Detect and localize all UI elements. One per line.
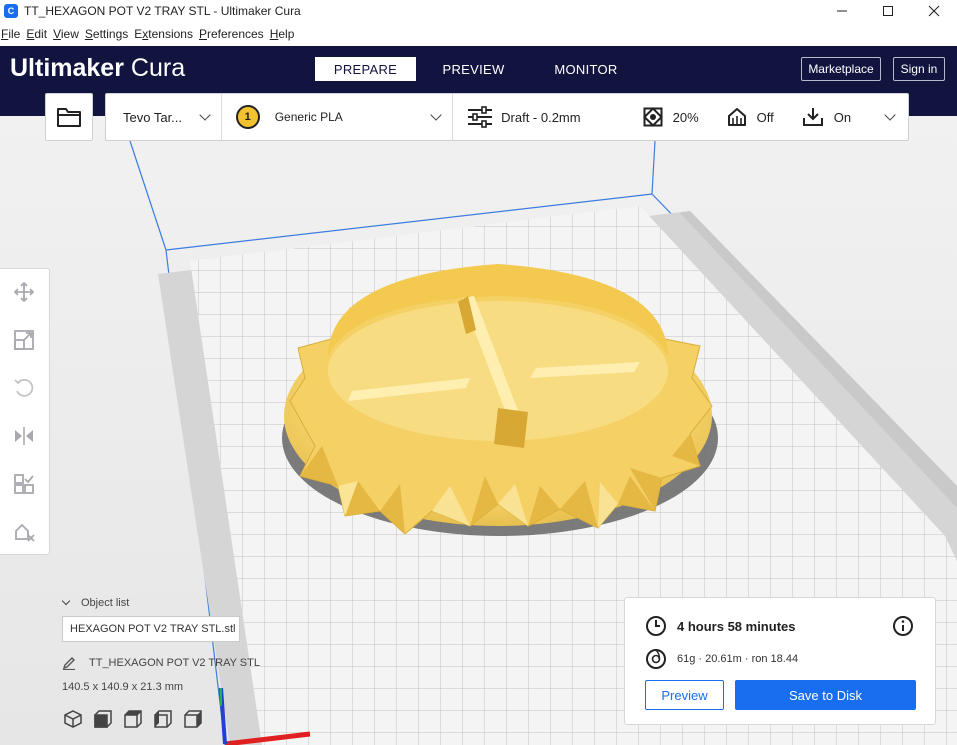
window-title: TT_HEXAGON POT V2 TRAY STL - Ultimaker C… — [24, 4, 301, 18]
print-summary-panel: 4 hours 58 minutes 61g · 20.61m · ron 18… — [624, 597, 936, 725]
sign-in-button[interactable]: Sign in — [893, 57, 945, 81]
move-tool-button[interactable] — [12, 280, 36, 304]
mirror-tool-button[interactable] — [12, 424, 36, 448]
material-selector[interactable]: 1 Generic PLA — [222, 94, 454, 140]
save-to-disk-button[interactable]: Save to Disk — [735, 680, 916, 710]
maximize-button[interactable] — [865, 0, 911, 22]
profile-label: Draft - 0.2mm — [501, 109, 581, 125]
menu-extensions[interactable]: Extensions — [133, 27, 193, 41]
printer-selector[interactable]: Tevo Tar... — [106, 94, 222, 140]
brand-product: Cura — [130, 54, 186, 82]
object-list-heading: Object list — [81, 597, 130, 609]
menu-bar: File Edit View Settings Extensions Preference… — [0, 22, 957, 46]
job-name: TT_HEXAGON POT V2 TRAY STL — [89, 657, 260, 669]
rotate-tool-button[interactable] — [12, 376, 36, 400]
support-blocker-button[interactable] — [12, 520, 36, 544]
open-file-button[interactable] — [45, 93, 93, 141]
print-info-button[interactable] — [892, 615, 914, 642]
close-icon — [928, 5, 940, 17]
minimize-button[interactable] — [819, 0, 865, 22]
support-icon — [727, 108, 746, 126]
menu-view[interactable]: View — [52, 27, 79, 41]
view-orientation-buttons — [62, 708, 212, 730]
window-titlebar: C TT_HEXAGON POT V2 TRAY STL - Ultimaker… — [0, 0, 957, 22]
infill-icon — [642, 107, 663, 127]
menu-file[interactable]: File — [0, 27, 20, 41]
scale-icon — [14, 330, 34, 350]
job-name-field[interactable]: TT_HEXAGON POT V2 TRAY STL — [62, 656, 260, 670]
menu-preferences[interactable]: Preferences — [198, 27, 264, 41]
clock-icon — [646, 616, 666, 636]
material-usage-row: 61g · 20.61m · ron 18.44 — [645, 648, 798, 670]
maximize-icon — [883, 6, 893, 16]
info-icon — [893, 616, 913, 636]
view-3d-button[interactable] — [62, 708, 84, 730]
right-view-icon — [184, 710, 202, 728]
tool-panel — [0, 268, 50, 555]
print-time-row: 4 hours 58 minutes — [645, 615, 795, 637]
preview-button[interactable]: Preview — [645, 680, 724, 710]
brand-name: Ultimaker — [10, 54, 124, 82]
support-value: Off — [756, 109, 774, 125]
view-top-button[interactable] — [122, 708, 144, 730]
marketplace-button[interactable]: Marketplace — [801, 57, 881, 81]
mirror-icon — [15, 427, 33, 445]
sliders-icon — [468, 106, 493, 128]
object-dimensions: 140.5 x 140.9 x 21.3 mm — [62, 681, 184, 693]
pencil-icon — [62, 657, 75, 670]
material-usage: 61g · 20.61m · ron 18.44 — [677, 653, 799, 665]
adhesion-value: On — [833, 109, 852, 125]
rotate-icon — [14, 378, 34, 397]
menu-settings[interactable]: Settings — [84, 27, 128, 41]
support-blocker-icon — [15, 523, 35, 542]
menu-help[interactable]: Help — [269, 27, 295, 41]
infill-value: 20% — [672, 109, 699, 125]
chevron-down-icon — [884, 109, 896, 121]
menu-edit[interactable]: Edit — [25, 27, 47, 41]
minimize-icon — [837, 10, 847, 12]
stage-tabs: PREPARE PREVIEW MONITOR — [315, 57, 641, 81]
cura-app-icon: C — [4, 4, 18, 18]
3d-view-icon — [64, 710, 82, 728]
tab-preview[interactable]: PREVIEW — [416, 57, 531, 81]
folder-icon — [57, 108, 81, 127]
print-setup-selector[interactable]: Draft - 0.2mm 20% Off On — [453, 94, 908, 140]
adhesion-icon — [802, 108, 823, 126]
top-view-icon — [124, 710, 142, 728]
chevron-down-icon — [430, 109, 442, 121]
ultimaker-cura-logo: Ultimaker Cura — [10, 54, 185, 83]
material-name: Generic PLA — [274, 110, 343, 124]
chevron-down-icon — [199, 109, 211, 121]
print-settings-bar: Tevo Tar... 1 Generic PLA Draft - 0.2mm … — [105, 93, 909, 141]
extruder-badge-icon: 1 — [235, 105, 260, 129]
per-model-settings-button[interactable] — [12, 472, 36, 496]
printer-name: Tevo Tar... — [123, 109, 183, 125]
view-right-button[interactable] — [182, 708, 204, 730]
chevron-down-icon — [61, 596, 71, 606]
tab-prepare[interactable]: PREPARE — [315, 57, 416, 81]
print-time: 4 hours 58 minutes — [677, 618, 796, 634]
front-view-icon — [94, 710, 112, 728]
spool-icon — [646, 649, 666, 669]
left-view-icon — [154, 710, 172, 728]
scale-tool-button[interactable] — [12, 328, 36, 352]
close-button[interactable] — [911, 0, 957, 22]
tab-monitor[interactable]: MONITOR — [531, 57, 641, 81]
object-list-toggle[interactable]: Object list — [61, 596, 130, 609]
move-icon — [13, 281, 35, 303]
object-list-item[interactable]: HEXAGON POT V2 TRAY STL.stl — [62, 616, 240, 642]
per-model-settings-icon — [14, 474, 34, 494]
view-front-button[interactable] — [92, 708, 114, 730]
view-left-button[interactable] — [152, 708, 174, 730]
